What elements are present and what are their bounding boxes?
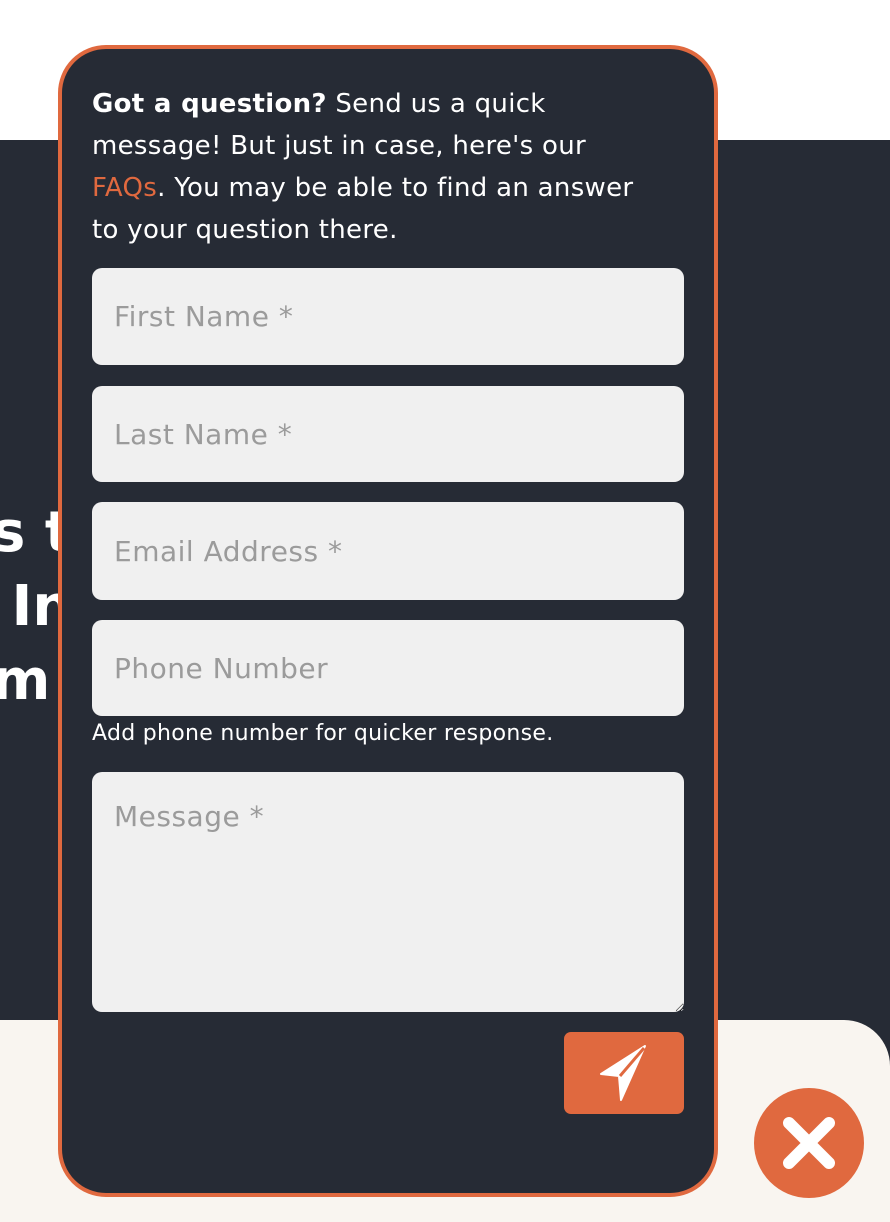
intro-text-after: . You may be able to find an answer to y… bbox=[92, 173, 634, 245]
email-input[interactable] bbox=[92, 502, 684, 600]
phone-hint: Add phone number for quicker response. bbox=[92, 721, 554, 746]
paper-plane-icon bbox=[600, 1045, 646, 1101]
contact-popup: Got a question? Send us a quick message!… bbox=[58, 45, 718, 1197]
faqs-link[interactable]: FAQs bbox=[92, 173, 157, 203]
phone-input[interactable] bbox=[92, 620, 684, 716]
message-textarea[interactable] bbox=[92, 772, 684, 1012]
first-name-input[interactable] bbox=[92, 268, 684, 365]
intro-text: Got a question? Send us a quick message!… bbox=[92, 83, 652, 251]
send-button[interactable] bbox=[564, 1032, 684, 1114]
intro-bold: Got a question? bbox=[92, 89, 327, 119]
close-icon bbox=[783, 1117, 835, 1169]
last-name-input[interactable] bbox=[92, 386, 684, 482]
close-button[interactable] bbox=[754, 1088, 864, 1198]
